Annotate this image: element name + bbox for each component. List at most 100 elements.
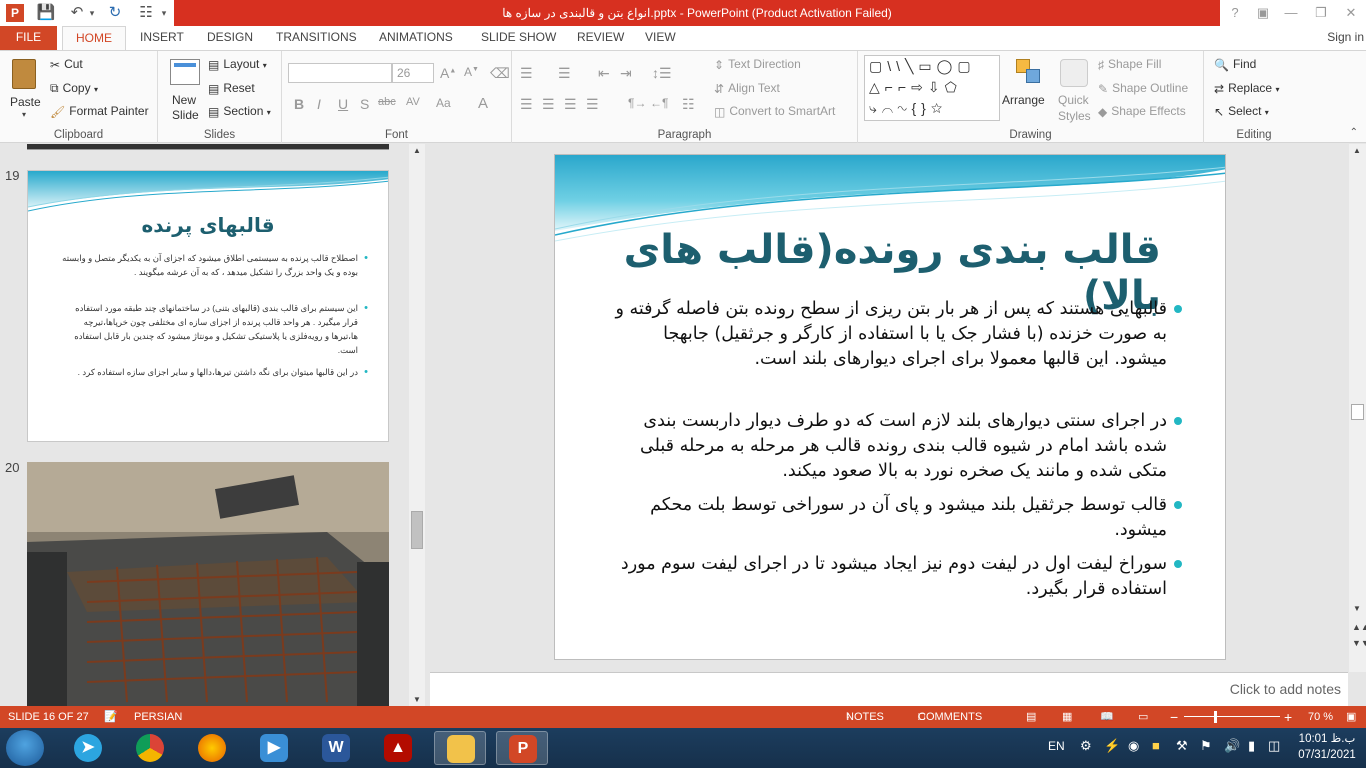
- battery-icon[interactable]: ◫: [1268, 738, 1280, 754]
- undo-dropdown-icon[interactable]: ▾: [86, 3, 98, 23]
- reset-button[interactable]: ▤ Reset: [208, 81, 255, 96]
- cut-button[interactable]: ✂ Cut: [50, 57, 83, 72]
- justify-icon[interactable]: ☰: [586, 96, 599, 113]
- section-button[interactable]: ▤ Section ▾: [208, 104, 271, 119]
- fit-to-window-icon[interactable]: ▣: [1346, 706, 1356, 728]
- customize-quick-access-icon[interactable]: ▾: [158, 3, 170, 23]
- tab-animations[interactable]: ANIMATIONS: [379, 26, 453, 50]
- tab-home[interactable]: HOME: [62, 26, 126, 51]
- clock[interactable]: 10:01 ب.ظ 07/31/2021: [1294, 731, 1360, 763]
- tab-review[interactable]: REVIEW: [577, 26, 624, 50]
- reading-view-icon[interactable]: 📖: [1100, 706, 1114, 728]
- current-slide[interactable]: قالب بندی رونده(قالب های بالا) قالبهایی …: [554, 154, 1226, 660]
- start-button[interactable]: [6, 730, 44, 766]
- align-right-icon[interactable]: ☰: [564, 96, 577, 113]
- clear-formatting-icon[interactable]: ⌫: [490, 65, 510, 82]
- increase-indent-icon[interactable]: ⇥: [620, 65, 632, 82]
- start-from-beginning-icon[interactable]: ☷: [135, 3, 157, 23]
- redo-icon[interactable]: ↻: [104, 3, 126, 23]
- italic-icon[interactable]: I: [317, 96, 321, 112]
- taskbar-explorer[interactable]: [434, 731, 486, 765]
- zoom-out-icon[interactable]: −: [1170, 706, 1178, 728]
- notes-pane[interactable]: Click to add notes: [430, 672, 1348, 706]
- bold-icon[interactable]: B: [294, 96, 304, 112]
- tab-transitions[interactable]: TRANSITIONS: [276, 26, 357, 50]
- taskbar-chrome[interactable]: [124, 731, 176, 765]
- shape-outline-button[interactable]: ✎ Shape Outline: [1098, 81, 1188, 96]
- collapse-ribbon-icon[interactable]: ⌃: [1350, 127, 1358, 138]
- minimize-button[interactable]: —: [1280, 3, 1302, 23]
- font-size-input[interactable]: 26: [392, 63, 434, 83]
- format-painter-button[interactable]: 🖌 Format Painter: [50, 104, 149, 119]
- scroll-down-icon[interactable]: ▼: [413, 695, 421, 704]
- scroll-thumb[interactable]: [1351, 404, 1364, 420]
- arrange-button[interactable]: Arrange: [1002, 55, 1050, 125]
- tab-file[interactable]: FILE: [0, 26, 57, 50]
- change-case-icon[interactable]: Aa: [436, 96, 451, 110]
- network-icon[interactable]: ▮: [1248, 738, 1255, 754]
- slide-sorter-icon[interactable]: ▦: [1062, 706, 1072, 728]
- taskbar-firefox[interactable]: [186, 731, 238, 765]
- numbering-icon[interactable]: ☰: [558, 65, 571, 82]
- slide-show-icon[interactable]: ▭: [1138, 706, 1148, 728]
- find-button[interactable]: 🔍 Find: [1214, 57, 1256, 72]
- flag-icon[interactable]: ⚑: [1200, 738, 1212, 754]
- tray-icon[interactable]: ◉: [1128, 738, 1139, 754]
- convert-smartart-button[interactable]: ◫ Convert to SmartArt: [714, 104, 835, 119]
- slide-bullet[interactable]: قالبهایی هستند که پس از هر بار بتن ریزی …: [611, 297, 1182, 372]
- align-text-button[interactable]: ⇵ Align Text: [714, 81, 780, 96]
- columns-icon[interactable]: ☷: [682, 96, 695, 113]
- underline-icon[interactable]: U: [338, 96, 348, 112]
- spell-check-icon[interactable]: 📝: [104, 706, 118, 728]
- layout-button[interactable]: ▤ Layout ▾: [208, 57, 267, 72]
- tab-design[interactable]: DESIGN: [207, 26, 253, 50]
- volume-icon[interactable]: 🔊: [1224, 738, 1240, 754]
- align-center-icon[interactable]: ☰: [542, 96, 555, 113]
- normal-view-icon[interactable]: ▤: [1026, 706, 1036, 728]
- scroll-up-icon[interactable]: ▲: [1353, 146, 1361, 155]
- zoom-slider-thumb[interactable]: [1214, 711, 1217, 723]
- new-slide-button[interactable]: New Slide: [164, 55, 204, 125]
- bullets-icon[interactable]: ☰: [520, 65, 533, 82]
- scroll-up-icon[interactable]: ▲: [413, 146, 421, 155]
- taskbar-telegram[interactable]: ➤: [62, 731, 114, 765]
- slide-bullet[interactable]: سوراخ لیفت اول در لیفت دوم نیز ایجاد میش…: [611, 552, 1182, 602]
- text-direction-button[interactable]: ⇕ Text Direction: [714, 57, 801, 72]
- tab-insert[interactable]: INSERT: [140, 26, 184, 50]
- decrease-font-size-icon[interactable]: A▼: [464, 65, 479, 79]
- ribbon-display-options-icon[interactable]: ▣: [1252, 3, 1274, 23]
- restore-button[interactable]: ❐: [1310, 3, 1332, 23]
- scroll-thumb[interactable]: [411, 511, 423, 549]
- thumbnail-slide-18[interactable]: [27, 144, 389, 150]
- slide-scrollbar[interactable]: ▲ ▼ ▲▲ ▼▼: [1349, 144, 1366, 672]
- tray-icon[interactable]: ⚙: [1080, 738, 1092, 754]
- tray-icon[interactable]: ⚒: [1176, 738, 1188, 754]
- input-language[interactable]: EN: [1048, 739, 1065, 753]
- copy-button[interactable]: ⧉ Copy ▾: [50, 81, 98, 96]
- replace-button[interactable]: ⇄ Replace ▾: [1214, 81, 1279, 96]
- font-name-input[interactable]: [288, 63, 392, 83]
- increase-font-size-icon[interactable]: A▲: [440, 65, 456, 81]
- select-button[interactable]: ↖ Select ▾: [1214, 104, 1269, 119]
- next-slide-icon[interactable]: ▼▼: [1352, 638, 1366, 648]
- taskbar-media-player[interactable]: ▶: [248, 731, 300, 765]
- thumbnail-slide-19[interactable]: قالبهای پرنده اصطلاح قالب پرنده به سیستم…: [27, 170, 389, 442]
- ltr-icon[interactable]: ¶→: [628, 96, 646, 110]
- taskbar-powerpoint[interactable]: P: [496, 731, 548, 765]
- sign-in-link[interactable]: Sign in: [1327, 26, 1364, 48]
- slide-bullet[interactable]: در اجرای سنتی دیوارهای بلند لازم است که …: [611, 409, 1182, 484]
- rtl-icon[interactable]: ←¶: [650, 96, 668, 110]
- tab-view[interactable]: VIEW: [645, 26, 676, 50]
- tab-slide-show[interactable]: SLIDE SHOW: [481, 26, 556, 50]
- strikethrough-icon[interactable]: abc: [378, 96, 396, 108]
- line-spacing-icon[interactable]: ↕☰: [652, 65, 672, 82]
- scroll-down-icon[interactable]: ▼: [1353, 604, 1361, 613]
- notes-placeholder[interactable]: Click to add notes: [1230, 681, 1341, 697]
- align-left-icon[interactable]: ☰: [520, 96, 533, 113]
- save-icon[interactable]: 💾: [35, 3, 57, 23]
- previous-slide-icon[interactable]: ▲▲: [1352, 622, 1366, 632]
- language-indicator[interactable]: PERSIAN: [134, 706, 182, 728]
- shadow-icon[interactable]: S: [360, 96, 369, 112]
- zoom-level[interactable]: 70 %: [1308, 706, 1333, 728]
- taskbar-acrobat[interactable]: ▲: [372, 731, 424, 765]
